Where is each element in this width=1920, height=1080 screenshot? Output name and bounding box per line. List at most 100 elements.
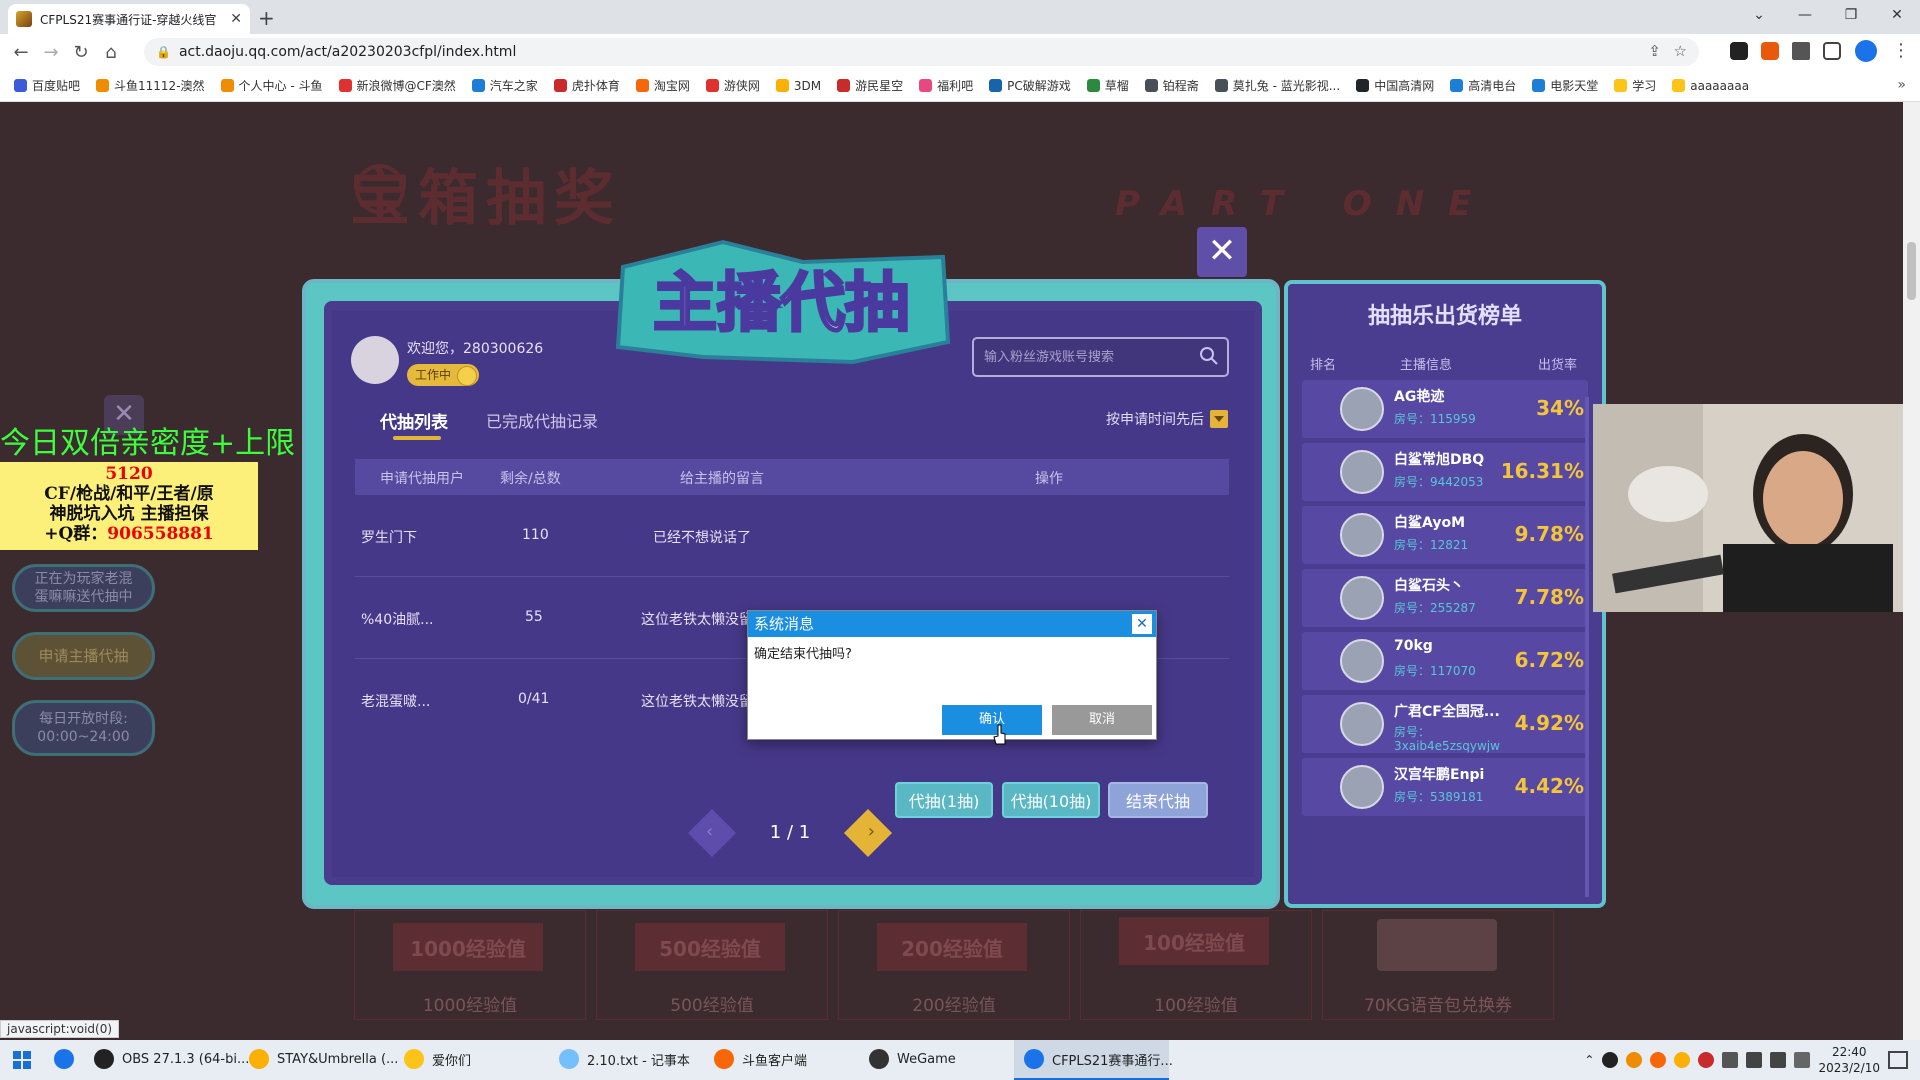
tray-app-icon[interactable]: [1626, 1052, 1643, 1068]
streamer-avatar: [1340, 450, 1384, 494]
cancel-button[interactable]: 取消: [1052, 705, 1152, 735]
reward-button[interactable]: 100经验值: [1119, 917, 1269, 965]
bookmark-item[interactable]: 淘宝网: [635, 77, 690, 94]
bookmark-item[interactable]: 学习: [1614, 77, 1656, 94]
address-bar[interactable]: 🔒 act.daoju.qq.com/act/a20230203cfpl/ind…: [144, 38, 1699, 66]
network-icon[interactable]: [1746, 1052, 1763, 1068]
volume-icon[interactable]: [1770, 1052, 1787, 1068]
sort-control[interactable]: 按申请时间先后: [1106, 409, 1228, 429]
ranking-row: 白鲨AyoM 房号：12821 9.78%: [1302, 506, 1588, 564]
bookmark-item[interactable]: 游民星空: [837, 77, 903, 94]
work-status-label: 工作中: [415, 368, 452, 382]
forward-icon[interactable]: →: [36, 42, 66, 63]
tray-app-icon[interactable]: [1650, 1052, 1667, 1068]
bookmark-favicon-icon: [1450, 79, 1464, 92]
taskbar-app[interactable]: 斗鱼客户端: [704, 1040, 859, 1080]
browser-tab[interactable]: CFPLS21赛事通行证-穿越火线官 ✕: [8, 4, 250, 34]
bookmark-item[interactable]: 斗鱼11112-澳然: [96, 77, 205, 94]
bookmark-item[interactable]: 草榴: [1086, 77, 1129, 94]
bookmark-label: 游侠网: [723, 79, 760, 93]
taskbar-app-icon: [249, 1049, 269, 1069]
extension-icon[interactable]: [1730, 42, 1748, 60]
menu-icon[interactable]: ⋮: [1892, 40, 1910, 61]
overlay-line: 神脱坑入坑 主播担保: [49, 504, 209, 524]
bookmark-favicon-icon: [1214, 79, 1228, 92]
taskbar-app[interactable]: [44, 1040, 84, 1080]
bookmark-item[interactable]: 个人中心 - 斗鱼: [220, 77, 323, 94]
sort-dropdown-icon[interactable]: [1210, 410, 1228, 428]
tray-app-icon[interactable]: [1698, 1052, 1715, 1068]
dialog-close-icon[interactable]: ✕: [1132, 614, 1152, 634]
clock[interactable]: 22:40 2023/2/10: [1818, 1044, 1880, 1076]
bookmark-item[interactable]: 福利吧: [919, 77, 973, 94]
bookmark-star-icon[interactable]: ☆: [1674, 42, 1687, 60]
bookmark-item[interactable]: 虎扑体育: [553, 77, 620, 94]
taskbar-app[interactable]: 2.10.txt - 记事本: [549, 1040, 704, 1080]
search-icon[interactable]: [1199, 346, 1219, 366]
tab-completed-records[interactable]: 已完成代抽记录: [486, 408, 598, 433]
taskbar-app[interactable]: WeGame: [859, 1040, 1014, 1080]
close-window-button[interactable]: ✕: [1874, 0, 1920, 30]
bookmark-item[interactable]: aaaaaaaa: [1672, 79, 1749, 93]
page-scrollbar[interactable]: [1903, 102, 1920, 1040]
tab-search-icon[interactable]: ⌄: [1736, 0, 1782, 30]
fan-search-input[interactable]: [974, 339, 1184, 375]
reload-icon[interactable]: ↻: [66, 42, 96, 63]
part-label: PART ONE: [1115, 184, 1496, 224]
metamask-icon[interactable]: [1761, 42, 1779, 60]
taskbar-app[interactable]: STAY&Umbrella (...: [239, 1040, 398, 1080]
lock-icon[interactable]: 🔒: [156, 45, 171, 59]
tray-app-icon[interactable]: [1722, 1052, 1739, 1068]
profile-avatar[interactable]: [1855, 40, 1877, 62]
taskbar-app[interactable]: 爱你们: [394, 1040, 549, 1080]
streamer-name: AG艳迹: [1394, 389, 1445, 405]
start-button[interactable]: [0, 1040, 44, 1080]
end-draw-button[interactable]: 结束代抽: [1108, 782, 1208, 818]
tab-draw-list[interactable]: 代抽列表: [380, 408, 448, 433]
bookmark-item[interactable]: 游侠网: [705, 77, 760, 94]
input-method-icon[interactable]: [1794, 1052, 1811, 1068]
taskbar-app[interactable]: OBS 27.1.3 (64-bi...: [84, 1040, 249, 1080]
bookmark-item[interactable]: 铂程斋: [1144, 77, 1199, 94]
scrollbar-thumb[interactable]: [1907, 242, 1916, 300]
drop-rate: 4.92%: [1514, 711, 1584, 735]
mouse-cursor-icon: [993, 724, 1006, 745]
bookmark-item[interactable]: 中国高清网: [1356, 77, 1434, 94]
drop-rate: 16.31%: [1500, 459, 1584, 483]
bookmark-item[interactable]: 汽车之家: [471, 77, 538, 94]
apply-draw-button[interactable]: 申请主播代抽: [12, 632, 155, 680]
home-icon[interactable]: ⌂: [96, 42, 126, 63]
bookmark-item[interactable]: 莫扎兔 - 蓝光影视...: [1214, 77, 1340, 94]
bookmark-item[interactable]: 高清电台: [1450, 77, 1516, 94]
draw-1-button[interactable]: 代抽(1抽): [895, 782, 993, 818]
notification-icon[interactable]: [1888, 1051, 1908, 1069]
tray-app-icon[interactable]: [1674, 1052, 1691, 1068]
reward-button[interactable]: 500经验值: [635, 923, 785, 971]
confirm-button[interactable]: 确认: [942, 705, 1042, 735]
share-icon[interactable]: ⇪: [1648, 42, 1661, 60]
puzzle-icon[interactable]: [1792, 42, 1810, 60]
tray-expand-icon[interactable]: ⌃: [1584, 1053, 1594, 1067]
new-tab-button[interactable]: +: [258, 6, 275, 30]
side-panel-icon[interactable]: [1823, 42, 1841, 60]
tray-app-icon[interactable]: [1602, 1052, 1619, 1068]
back-icon[interactable]: ←: [6, 42, 36, 63]
restore-button[interactable]: ❐: [1828, 0, 1874, 30]
modal-close-button[interactable]: ✕: [1197, 227, 1247, 277]
bookmark-item[interactable]: 百度贴吧: [14, 77, 80, 94]
reward-button[interactable]: 200经验值: [877, 923, 1027, 971]
streamer-name: 汉宫年鹏Enpi: [1394, 767, 1485, 783]
bookmarks-overflow-icon[interactable]: »: [1897, 77, 1906, 93]
work-status-toggle[interactable]: 工作中: [407, 364, 479, 386]
bookmark-item[interactable]: PC破解游戏: [989, 77, 1071, 94]
bookmark-item[interactable]: 新浪微博@CF澳然: [338, 77, 456, 94]
reward-button[interactable]: 1000经验值: [393, 923, 543, 971]
bookmark-label: 新浪微博@CF澳然: [356, 79, 456, 93]
ranking-scrollbar[interactable]: [1585, 397, 1589, 897]
minimize-button[interactable]: —: [1782, 0, 1828, 30]
tab-close-icon[interactable]: ✕: [230, 11, 242, 27]
taskbar-app[interactable]: CFPLS21赛事通行...: [1014, 1040, 1173, 1080]
bookmark-item[interactable]: 电影天堂: [1532, 77, 1598, 94]
bookmark-item[interactable]: 3DM: [775, 79, 821, 93]
draw-10-button[interactable]: 代抽(10抽): [1002, 782, 1100, 818]
